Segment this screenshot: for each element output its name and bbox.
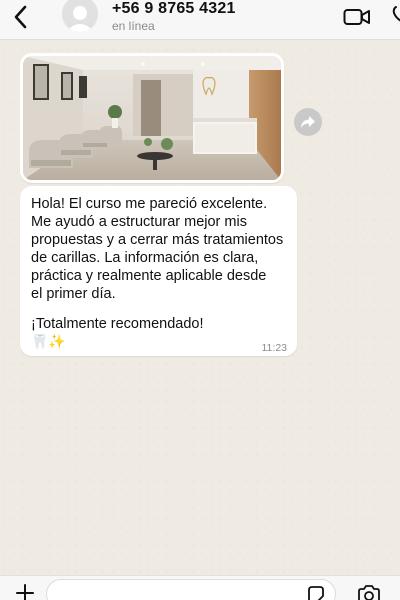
phone-icon <box>392 6 400 22</box>
sticker-icon <box>308 586 324 600</box>
tooth-sparkles-emojis: 🦷✨ <box>31 333 66 349</box>
share-arrow-icon <box>301 116 315 128</box>
contact-status: en línea <box>112 19 155 33</box>
text-message-bubble[interactable]: Hola! El curso me pareció excelente. Me … <box>20 186 297 356</box>
contact-avatar[interactable] <box>62 0 98 32</box>
camera-icon <box>358 585 380 600</box>
image-message-bubble[interactable] <box>20 53 284 183</box>
chat-header: +56 9 8765 4321 en línea <box>0 0 400 40</box>
message-line: ¡Totalmente recomendado! <box>31 316 204 332</box>
contact-name[interactable]: +56 9 8765 4321 <box>112 0 236 18</box>
message-input-bar <box>0 575 400 600</box>
attach-button[interactable] <box>14 582 36 600</box>
message-line: Hola! El curso me pareció excelente. <box>31 196 268 212</box>
avatar-icon <box>62 0 98 32</box>
message-timestamp: 11:23 <box>261 342 288 354</box>
forward-button[interactable] <box>294 108 322 136</box>
message-line: práctica y realmente aplicable desde <box>31 268 267 284</box>
plus-icon <box>16 584 34 600</box>
message-line: propuestas y a cerrar más tratamientos <box>31 232 284 248</box>
clinic-waiting-room-image[interactable] <box>23 56 281 180</box>
back-button[interactable] <box>10 3 32 31</box>
message-line: Me ayudó a estructurar mejor mis <box>31 214 247 230</box>
chevron-left-icon <box>14 5 27 29</box>
video-camera-icon <box>343 9 370 25</box>
video-call-button[interactable] <box>343 7 371 27</box>
voice-call-button[interactable] <box>392 4 400 26</box>
sticker-button[interactable] <box>306 585 326 600</box>
message-line: de carillas. La información es clara, <box>31 250 259 266</box>
camera-button[interactable] <box>356 584 382 600</box>
message-line: el primer día. <box>31 286 116 302</box>
message-input[interactable] <box>46 579 336 600</box>
